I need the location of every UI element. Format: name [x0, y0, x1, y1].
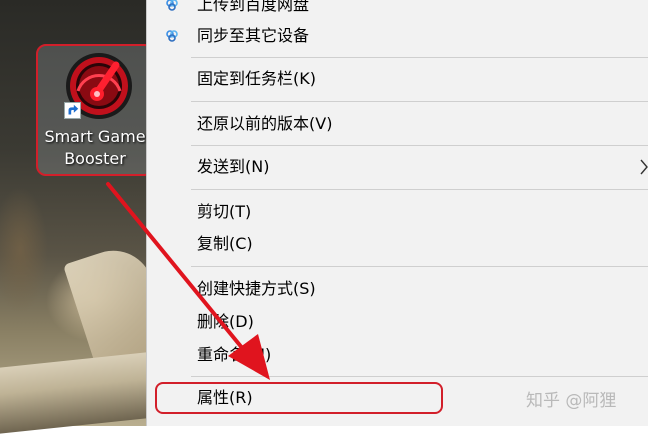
menu-item-label: 还原以前的版本(V) — [197, 114, 333, 133]
properties-highlight-box — [155, 382, 443, 414]
menu-item-label: 同步至其它设备 — [197, 26, 310, 45]
menu-item-delete[interactable]: 删除(D) — [147, 307, 648, 337]
desktop-icon-label-line2: Booster — [64, 149, 126, 168]
menu-separator — [191, 376, 648, 377]
menu-separator — [191, 189, 648, 190]
baidu-cloud-icon — [166, 30, 178, 42]
menu-item-cut[interactable]: 剪切(T) — [147, 197, 648, 227]
watermark-text: 知乎 @阿狸 — [526, 391, 617, 411]
desktop-shortcut-smart-game-booster[interactable]: Smart Game Booster — [36, 44, 154, 176]
baidu-cloud-icon — [166, 0, 178, 11]
menu-item-label: 创建快捷方式(S) — [197, 279, 316, 298]
menu-item-label: 发送到(N) — [197, 157, 270, 176]
menu-item-label: 重命名(M) — [197, 345, 272, 364]
menu-item-upload-baidu[interactable]: 上传到百度网盘 — [147, 0, 648, 20]
menu-item-label: 复制(C) — [197, 234, 253, 253]
menu-item-create-shortcut[interactable]: 创建快捷方式(S) — [147, 274, 648, 304]
menu-item-label: 删除(D) — [197, 312, 254, 331]
menu-separator — [191, 145, 648, 146]
menu-item-label: 上传到百度网盘 — [197, 0, 310, 14]
menu-item-rename[interactable]: 重命名(M) — [147, 340, 648, 370]
menu-item-pin-taskbar[interactable]: 固定到任务栏(K) — [147, 64, 648, 94]
menu-item-label: 固定到任务栏(K) — [197, 69, 316, 88]
desktop-icon-label-line1: Smart Game — [44, 127, 146, 146]
menu-item-send-to[interactable]: 发送到(N) — [147, 152, 648, 182]
menu-separator — [191, 57, 648, 58]
menu-item-label: 剪切(T) — [197, 202, 252, 221]
menu-item-restore-versions[interactable]: 还原以前的版本(V) — [147, 109, 648, 139]
shortcut-arrow-icon — [64, 102, 81, 119]
menu-item-sync-devices[interactable]: 同步至其它设备 — [147, 21, 648, 51]
menu-separator — [191, 101, 648, 102]
menu-separator — [191, 266, 648, 267]
menu-item-copy[interactable]: 复制(C) — [147, 229, 648, 259]
desktop-icon-label: Smart Game Booster — [38, 126, 152, 170]
wallpaper-book — [0, 352, 146, 434]
chevron-right-icon — [640, 159, 648, 175]
context-menu: 上传到百度网盘 同步至其它设备 固定到任务栏(K) 还原以前的版本(V) 发送到… — [146, 0, 648, 426]
